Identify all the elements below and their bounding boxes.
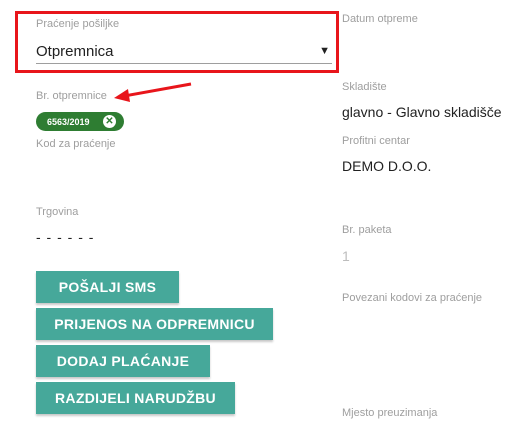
tracking-code-label: Kod za praćenje (36, 138, 116, 150)
store-value: - - - - - - (36, 229, 95, 245)
profit-center-label: Profitni centar (342, 135, 410, 147)
warehouse-label: Skladište (342, 81, 387, 93)
warehouse-value: glavno - Glavno skladišče (342, 104, 502, 120)
shipping-date-label: Datum otpreme (342, 13, 418, 25)
delivery-note-chip-text: 6563/2019 (47, 116, 90, 127)
packages-value[interactable]: 1 (342, 248, 350, 264)
profit-center-value: DEMO D.O.O. (342, 158, 432, 174)
send-sms-button[interactable]: POŠALJI SMS (36, 271, 179, 303)
linked-tracking-codes-label: Povezani kodovi za praćenje (342, 292, 483, 304)
packages-label: Br. paketa (342, 224, 392, 236)
add-payment-button[interactable]: DODAJ PLAĆANJE (36, 345, 210, 377)
split-order-button[interactable]: RAZDIJELI NARUDŽBU (36, 382, 235, 414)
store-label: Trgovina (36, 206, 79, 218)
chip-close-icon[interactable]: ✕ (103, 115, 116, 128)
delivery-note-label: Br. otpremnice (36, 90, 107, 102)
delivery-note-chip: 6563/2019 ✕ (36, 112, 124, 131)
pickup-location-label: Mjesto preuzimanja (342, 407, 438, 419)
transfer-to-delivery-note-button[interactable]: PRIJENOS NA ODPREMNICU (36, 308, 273, 340)
